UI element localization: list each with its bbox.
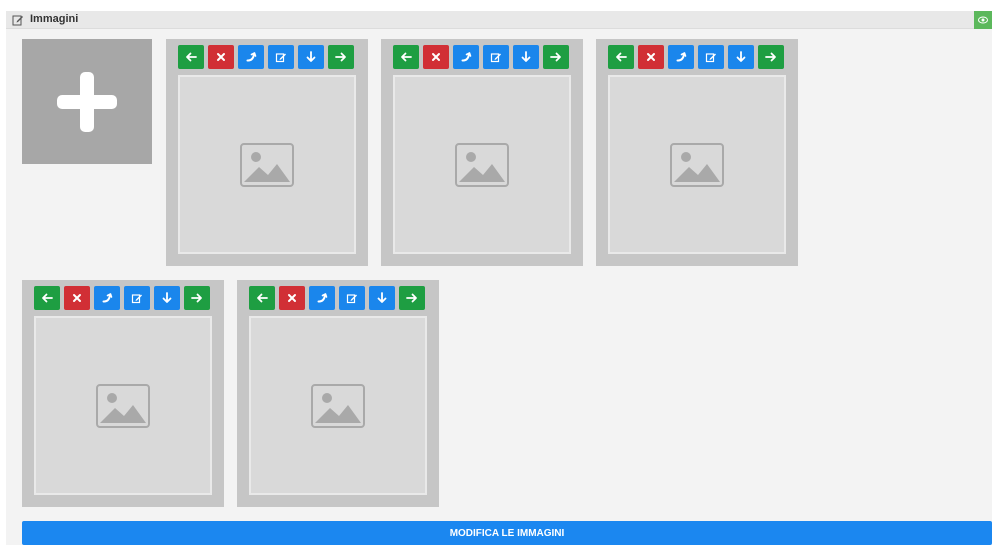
edit-button[interactable] <box>339 286 365 310</box>
move-left-button[interactable] <box>393 45 419 69</box>
move-right-button[interactable] <box>543 45 569 69</box>
rotate-icon <box>676 52 687 62</box>
delete-button[interactable] <box>279 286 305 310</box>
move-left-button[interactable] <box>34 286 60 310</box>
edit-button[interactable] <box>124 286 150 310</box>
rotate-button[interactable] <box>309 286 335 310</box>
image-card <box>381 39 583 266</box>
delete-button[interactable] <box>638 45 664 69</box>
image-thumbnail[interactable] <box>34 316 212 495</box>
download-button[interactable] <box>728 45 754 69</box>
arrow-left-icon <box>186 52 197 62</box>
close-icon <box>288 294 296 302</box>
arrow-down-icon <box>736 51 746 62</box>
download-button[interactable] <box>154 286 180 310</box>
image-placeholder-icon <box>96 383 150 428</box>
arrow-right-icon <box>335 52 346 62</box>
arrow-right-icon <box>406 293 417 303</box>
eye-icon <box>978 16 988 24</box>
download-button[interactable] <box>513 45 539 69</box>
rotate-icon <box>246 52 257 62</box>
arrow-right-icon <box>191 293 202 303</box>
rotate-icon <box>317 293 328 303</box>
image-placeholder-icon <box>670 142 724 187</box>
arrow-left-icon <box>257 293 268 303</box>
edit-icon <box>12 15 23 26</box>
close-icon <box>217 53 225 61</box>
rotate-icon <box>461 52 472 62</box>
move-left-button[interactable] <box>249 286 275 310</box>
arrow-right-icon <box>765 52 776 62</box>
rotate-button[interactable] <box>94 286 120 310</box>
close-icon <box>647 53 655 61</box>
rotate-button[interactable] <box>668 45 694 69</box>
close-icon <box>432 53 440 61</box>
image-placeholder-icon <box>311 383 365 428</box>
image-toolbar <box>34 286 210 310</box>
arrow-left-icon <box>42 293 53 303</box>
arrow-down-icon <box>306 51 316 62</box>
panel-header: Immagini <box>6 11 992 29</box>
arrow-right-icon <box>550 52 561 62</box>
edit-button[interactable] <box>268 45 294 69</box>
delete-button[interactable] <box>208 45 234 69</box>
edit-button[interactable] <box>483 45 509 69</box>
image-toolbar <box>608 45 784 69</box>
image-placeholder-icon <box>240 142 294 187</box>
delete-button[interactable] <box>423 45 449 69</box>
visibility-toggle[interactable] <box>974 11 992 29</box>
image-placeholder-icon <box>455 142 509 187</box>
download-button[interactable] <box>369 286 395 310</box>
images-panel: MODIFICA LE IMMAGINI <box>6 29 992 545</box>
image-card <box>237 280 439 507</box>
move-right-button[interactable] <box>328 45 354 69</box>
edit-button[interactable] <box>698 45 724 69</box>
modify-images-button[interactable]: MODIFICA LE IMMAGINI <box>22 521 992 545</box>
image-toolbar <box>249 286 425 310</box>
add-image-button[interactable] <box>22 39 152 164</box>
arrow-left-icon <box>616 52 627 62</box>
arrow-down-icon <box>377 292 387 303</box>
edit-icon <box>346 294 357 304</box>
move-right-button[interactable] <box>399 286 425 310</box>
image-toolbar <box>393 45 569 69</box>
image-card <box>166 39 368 266</box>
edit-icon <box>705 53 716 63</box>
image-thumbnail[interactable] <box>249 316 427 495</box>
edit-icon <box>275 53 286 63</box>
image-thumbnail[interactable] <box>393 75 571 254</box>
edit-icon <box>131 294 142 304</box>
image-card <box>596 39 798 266</box>
move-left-button[interactable] <box>608 45 634 69</box>
image-thumbnail[interactable] <box>178 75 356 254</box>
move-right-button[interactable] <box>758 45 784 69</box>
image-thumbnail[interactable] <box>608 75 786 254</box>
close-icon <box>73 294 81 302</box>
arrow-down-icon <box>521 51 531 62</box>
download-button[interactable] <box>298 45 324 69</box>
arrow-down-icon <box>162 292 172 303</box>
move-right-button[interactable] <box>184 286 210 310</box>
plus-icon <box>57 71 117 132</box>
rotate-button[interactable] <box>453 45 479 69</box>
image-toolbar <box>178 45 354 69</box>
delete-button[interactable] <box>64 286 90 310</box>
rotate-button[interactable] <box>238 45 264 69</box>
edit-icon <box>490 53 501 63</box>
rotate-icon <box>102 293 113 303</box>
arrow-left-icon <box>401 52 412 62</box>
move-left-button[interactable] <box>178 45 204 69</box>
panel-title: Immagini <box>30 13 79 25</box>
image-card <box>22 280 224 507</box>
